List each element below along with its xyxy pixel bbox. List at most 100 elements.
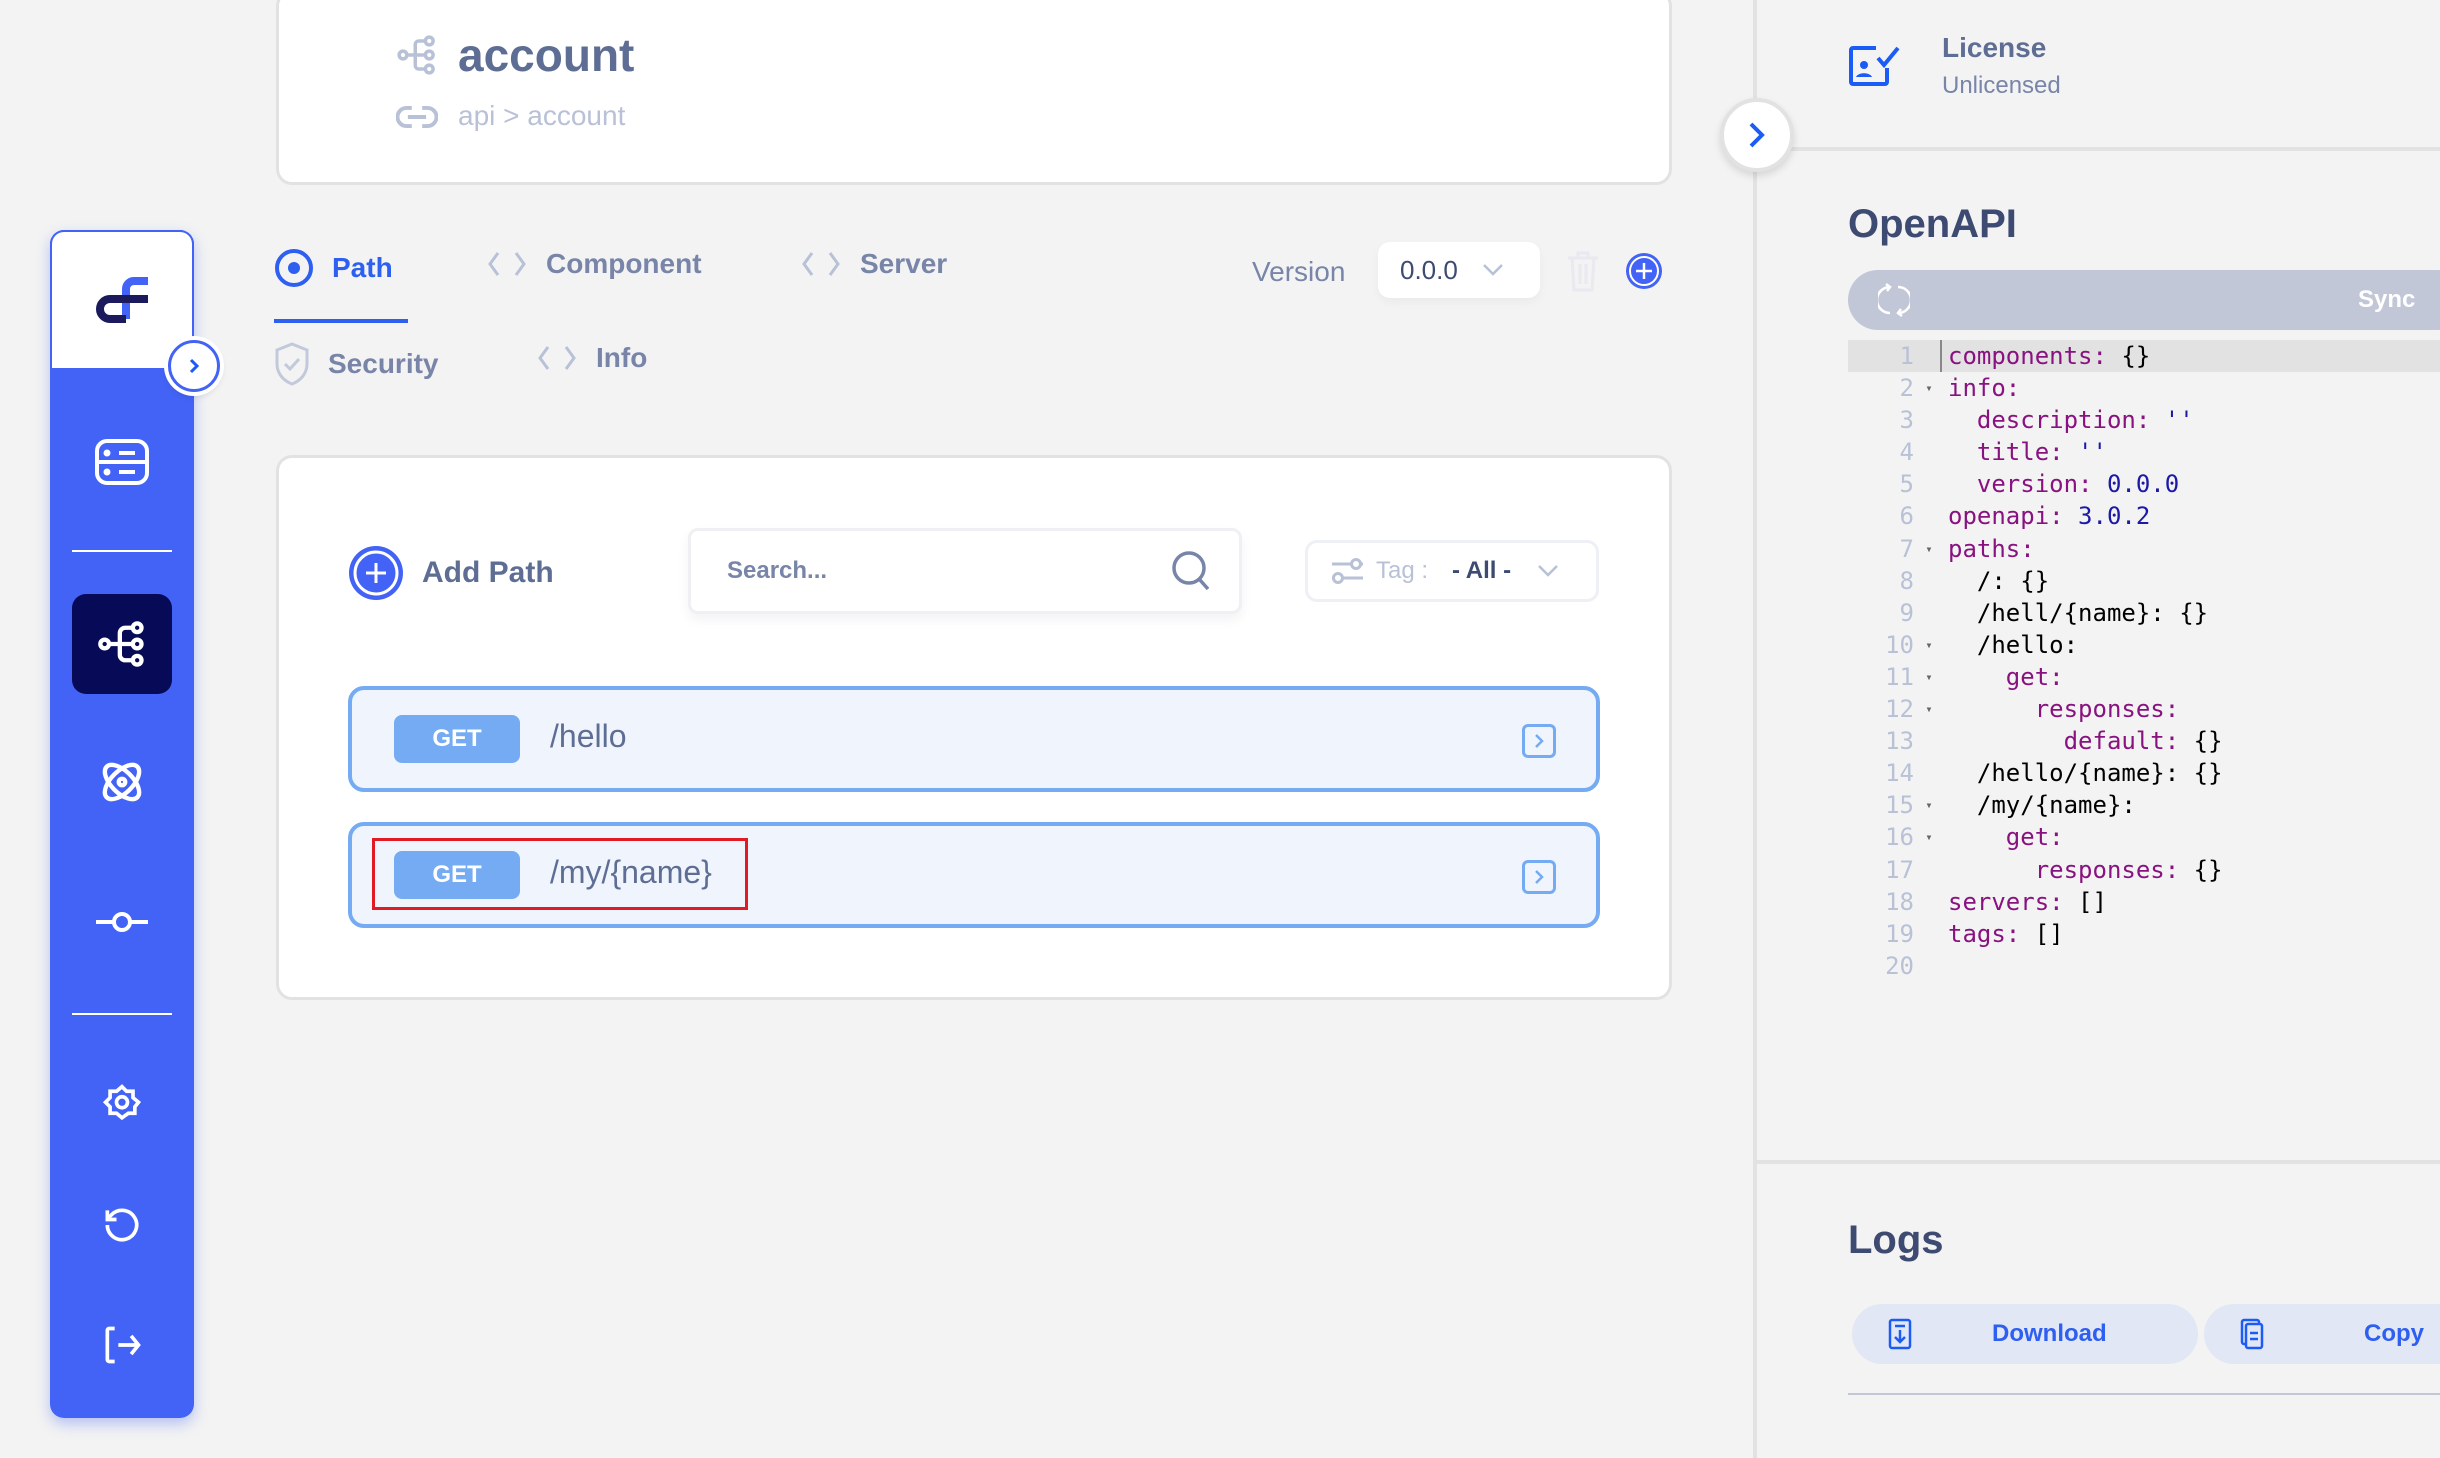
path-search[interactable] bbox=[688, 528, 1242, 614]
line-number: 16 bbox=[1885, 823, 1914, 852]
app-logo[interactable] bbox=[50, 230, 194, 368]
yaml-key: description: bbox=[1948, 406, 2151, 435]
sidebar-item-history[interactable] bbox=[72, 1175, 172, 1275]
code-text: /my/{name}: bbox=[1940, 789, 2136, 821]
yaml-value: {} bbox=[2179, 727, 2223, 756]
sidebar-item-logout[interactable] bbox=[72, 1295, 172, 1395]
code-line[interactable]: 9 /hell/{name}: {} bbox=[1848, 597, 2440, 629]
copy-logs-button[interactable]: Copy bbox=[2204, 1304, 2440, 1364]
code-line[interactable]: 16 ▾ get: bbox=[1848, 821, 2440, 853]
active-tab-indicator bbox=[274, 319, 408, 323]
add-path-button[interactable]: Add Path bbox=[348, 545, 554, 601]
history-icon bbox=[105, 1208, 139, 1242]
sidebar-divider bbox=[72, 1013, 172, 1015]
sidebar-item-commit[interactable] bbox=[72, 872, 172, 972]
method-badge: GET bbox=[394, 715, 520, 763]
sidebar-item-database[interactable] bbox=[72, 412, 172, 512]
tag-filter-select[interactable]: Tag : - All - bbox=[1305, 540, 1599, 602]
yaml-key: responses: bbox=[1948, 695, 2180, 724]
tab-info[interactable]: Info bbox=[536, 342, 647, 374]
sidebar-item-components[interactable] bbox=[72, 732, 172, 832]
chevron-right-icon bbox=[189, 358, 200, 374]
panel-separator bbox=[1755, 147, 2440, 151]
right-panel-toggle[interactable] bbox=[1720, 98, 1794, 172]
filter-sliders-icon bbox=[1332, 558, 1363, 584]
yaml-value: {} bbox=[2005, 566, 2050, 595]
line-number: 10 bbox=[1885, 630, 1914, 659]
sidebar-item-settings[interactable] bbox=[72, 1055, 172, 1155]
search-input[interactable] bbox=[727, 557, 1171, 585]
code-line[interactable]: 2 ▾ info: bbox=[1848, 372, 2440, 404]
fold-arrow-icon[interactable]: ▾ bbox=[1918, 661, 1940, 693]
code-text: description: '' bbox=[1940, 404, 2194, 436]
yaml-value: '' bbox=[2150, 406, 2194, 435]
copy-label: Copy bbox=[2364, 1320, 2424, 1347]
fold-arrow-icon[interactable]: ▾ bbox=[1918, 629, 1940, 661]
yaml-value: '' bbox=[2063, 438, 2107, 467]
code-line[interactable]: 3 description: '' bbox=[1848, 404, 2440, 436]
sidebar-collapse-button[interactable] bbox=[168, 340, 220, 392]
code-text: default: {} bbox=[1940, 725, 2223, 757]
code-line[interactable]: 7 ▾ paths: bbox=[1848, 533, 2440, 565]
fold-arrow-icon[interactable]: ▾ bbox=[1918, 821, 1940, 853]
fold-arrow-icon[interactable]: ▾ bbox=[1918, 789, 1940, 821]
app-logo-icon bbox=[96, 277, 148, 323]
download-logs-button[interactable]: Download bbox=[1852, 1304, 2198, 1364]
add-version-button[interactable] bbox=[1624, 251, 1664, 291]
open-path-button[interactable] bbox=[1522, 860, 1556, 894]
yaml-key: /hello/{name}: bbox=[1948, 759, 2180, 788]
open-path-button[interactable] bbox=[1522, 724, 1556, 758]
yaml-value: {} bbox=[2106, 342, 2151, 370]
code-text: components: {} bbox=[1940, 340, 2151, 373]
version-select[interactable]: 0.0.0 bbox=[1378, 242, 1540, 298]
sync-button[interactable]: Sync bbox=[1848, 270, 2440, 330]
tab-server[interactable]: Server bbox=[800, 248, 947, 280]
yaml-value: {} bbox=[2164, 598, 2209, 627]
line-number: 12 bbox=[1885, 695, 1914, 724]
code-line[interactable]: 20 bbox=[1848, 950, 2440, 982]
code-line[interactable]: 19 tags: [] bbox=[1848, 918, 2440, 950]
code-line[interactable]: 13 default: {} bbox=[1848, 725, 2440, 757]
code-text: openapi: 3.0.2 bbox=[1940, 500, 2150, 532]
tab-security[interactable]: Security bbox=[274, 342, 439, 386]
code-line[interactable]: 11 ▾ get: bbox=[1848, 661, 2440, 693]
tab-component[interactable]: Component bbox=[486, 248, 702, 280]
code-line[interactable]: 5 version: 0.0.0 bbox=[1848, 468, 2440, 500]
download-label: Download bbox=[1992, 1320, 2107, 1347]
version-label: Version bbox=[1252, 256, 1346, 287]
code-line[interactable]: 17 responses: {} bbox=[1848, 854, 2440, 886]
code-text: title: '' bbox=[1940, 436, 2107, 468]
right-panel-divider bbox=[1753, 0, 1757, 1458]
search-icon[interactable] bbox=[1171, 550, 1211, 592]
yaml-key: info: bbox=[1948, 374, 2021, 403]
sidebar-item-api[interactable] bbox=[72, 594, 172, 694]
code-line[interactable]: 10 ▾ /hello: bbox=[1848, 629, 2440, 661]
tab-label: Security bbox=[328, 348, 439, 379]
code-line[interactable]: 6 openapi: 3.0.2 bbox=[1848, 500, 2440, 532]
openapi-yaml-editor[interactable]: 1 components: {} 2 ▾ info: 3 description: '' 4… bbox=[1848, 340, 2440, 982]
path-row[interactable]: GET /hello bbox=[348, 686, 1600, 792]
code-line[interactable]: 12 ▾ responses: bbox=[1848, 693, 2440, 725]
chevron-right-icon bbox=[1749, 122, 1765, 148]
code-line[interactable]: 1 components: {} bbox=[1848, 340, 2440, 373]
yaml-key: default: bbox=[1948, 727, 2180, 756]
delete-version-button[interactable] bbox=[1564, 250, 1602, 292]
fold-arrow-icon[interactable]: ▾ bbox=[1918, 693, 1940, 725]
shield-check-icon bbox=[275, 342, 309, 386]
breadcrumb[interactable]: api > account bbox=[458, 100, 625, 132]
fold-arrow-icon[interactable]: ▾ bbox=[1918, 372, 1940, 404]
code-line[interactable]: 18 servers: [] bbox=[1848, 886, 2440, 918]
code-line[interactable]: 15 ▾ /my/{name}: bbox=[1848, 789, 2440, 821]
yaml-value: [] bbox=[2063, 887, 2107, 916]
code-text: get: bbox=[1940, 661, 2064, 693]
tab-path[interactable]: Path bbox=[274, 248, 393, 288]
code-line[interactable]: 4 title: '' bbox=[1848, 436, 2440, 468]
code-line[interactable]: 8 /: {} bbox=[1848, 565, 2440, 597]
fold-arrow-icon[interactable]: ▾ bbox=[1918, 533, 1940, 565]
code-line[interactable]: 14 /hello/{name}: {} bbox=[1848, 757, 2440, 789]
sync-icon bbox=[1878, 283, 1910, 317]
